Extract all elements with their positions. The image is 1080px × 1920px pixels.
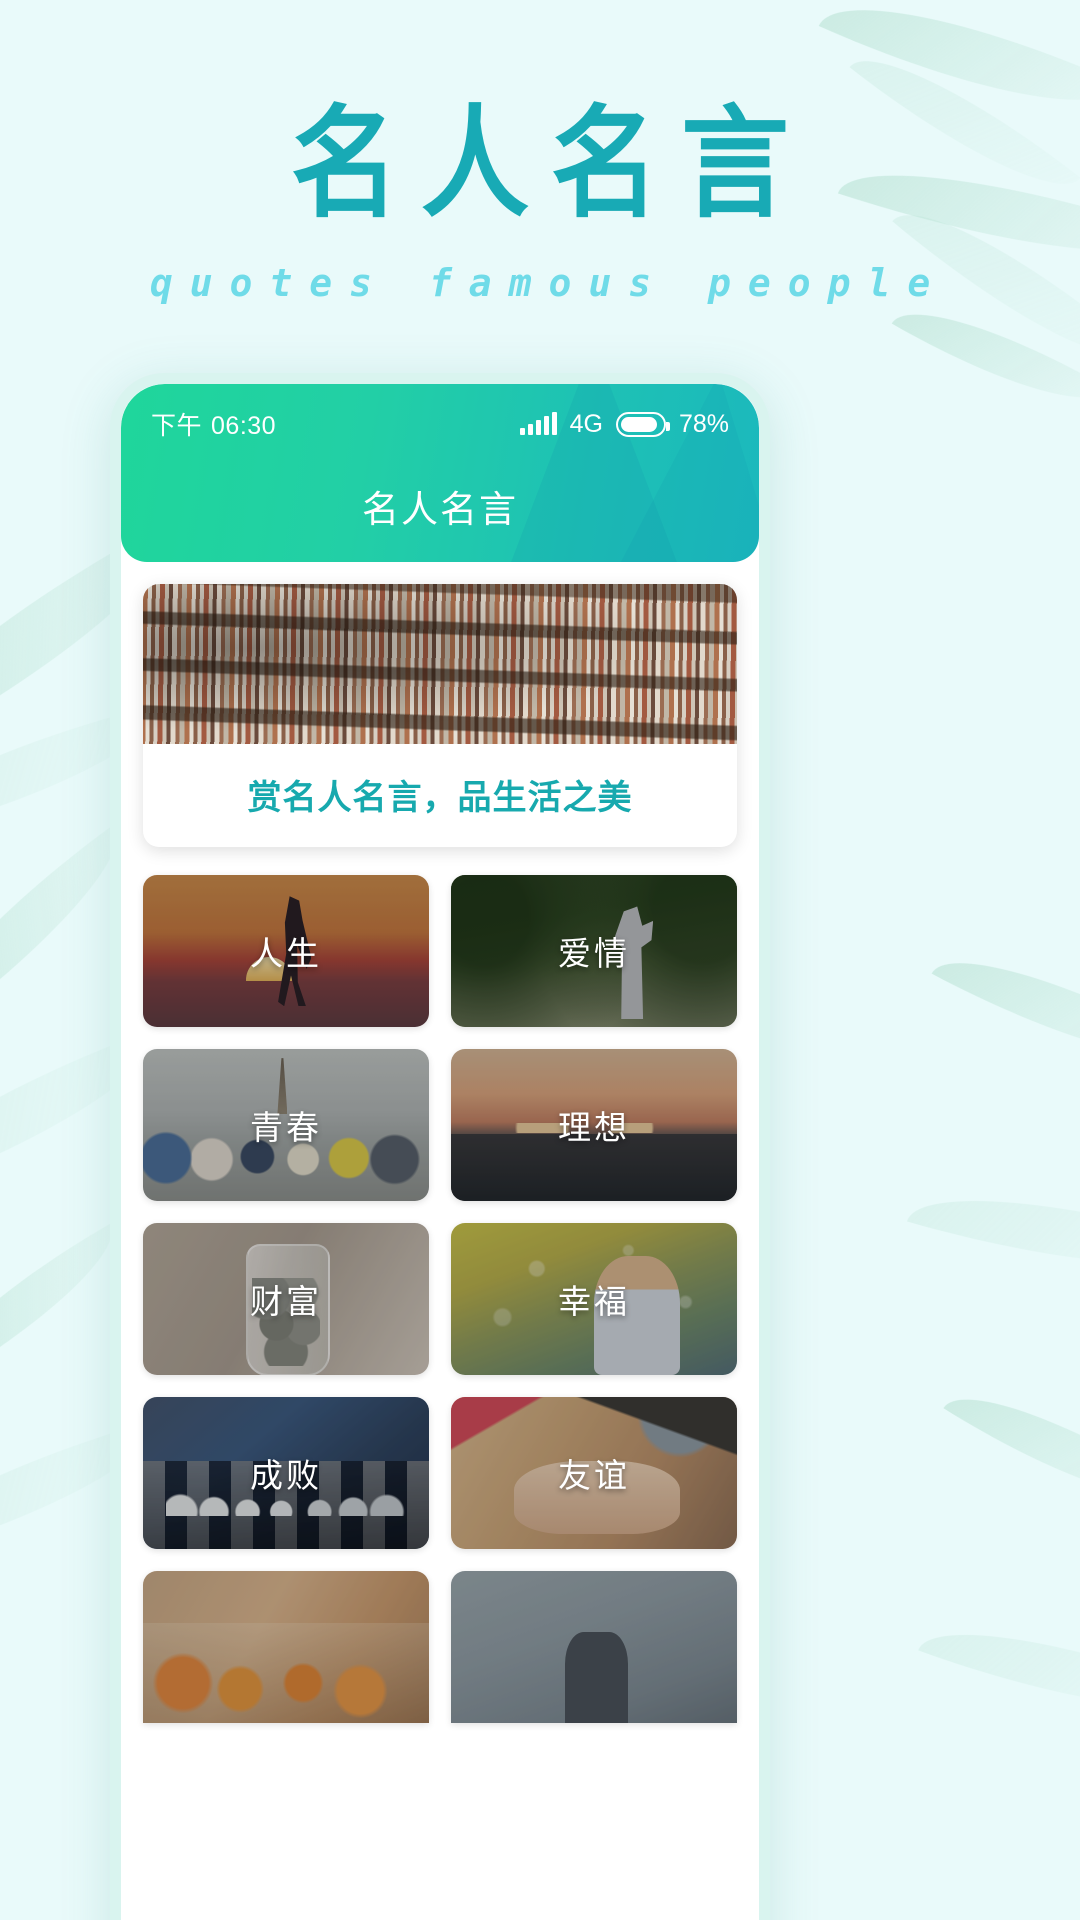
leaf-decoration-icon [931, 922, 1080, 1096]
phone-screen: 下午 06:30 4G 78% 名人名言 赏名人名言，品生活之美 人生 爱情 青… [121, 384, 759, 1920]
leaf-decoration-icon [906, 1159, 1080, 1305]
hero-section: 名人名言 quotes famous people [0, 0, 1080, 306]
image-overlay [143, 1571, 429, 1723]
status-bar-right: 4G 78% [519, 409, 729, 439]
leaf-decoration-icon [918, 1593, 1080, 1747]
category-label: 幸福 [558, 1283, 630, 1320]
category-tile-chengbai[interactable]: 成败 [143, 1397, 429, 1549]
clock-label: 06:30 [211, 412, 277, 440]
phone-mockup: 下午 06:30 4G 78% 名人名言 赏名人名言，品生活之美 人生 爱情 青… [110, 373, 770, 1920]
category-label: 财富 [250, 1283, 322, 1320]
status-bar: 下午 06:30 4G 78% [121, 398, 759, 450]
banner-caption: 赏名人名言，品生活之美 [247, 779, 633, 817]
category-tile-youyi[interactable]: 友谊 [451, 1397, 737, 1549]
category-label: 青春 [250, 1109, 322, 1146]
category-label: 人生 [250, 935, 322, 972]
banner-image [143, 584, 737, 744]
category-label: 爱情 [558, 935, 630, 972]
category-tile-lixiang[interactable]: 理想 [451, 1049, 737, 1201]
network-type-label: 4G [569, 409, 603, 438]
category-tile-partial-a[interactable] [143, 1571, 429, 1723]
app-bar: 名人名言 [121, 450, 759, 562]
leaf-decoration-icon [943, 1360, 1080, 1536]
banner-card[interactable]: 赏名人名言，品生活之美 [143, 584, 737, 847]
category-label: 成败 [250, 1457, 322, 1494]
category-tile-xingfu[interactable]: 幸福 [451, 1223, 737, 1375]
category-grid: 人生 爱情 青春 理想 财富 幸福 成败 友谊 [143, 875, 737, 1723]
hero-title: 名人名言 [290, 94, 811, 235]
battery-icon [615, 411, 670, 437]
category-label: 理想 [558, 1109, 630, 1146]
time-period-label: 下午 [151, 412, 203, 440]
status-bar-left: 下午 06:30 [151, 406, 276, 442]
app-bar-title: 名人名言 [362, 489, 518, 530]
app-content-scroll[interactable]: 赏名人名言，品生活之美 人生 爱情 青春 理想 财富 幸福 成败 友谊 [121, 570, 759, 1920]
category-tile-partial-b[interactable] [451, 1571, 737, 1723]
category-label: 友谊 [558, 1457, 630, 1494]
category-tile-qingchun[interactable]: 青春 [143, 1049, 429, 1201]
image-overlay [451, 1571, 737, 1723]
category-tile-aiqing[interactable]: 爱情 [451, 875, 737, 1027]
category-tile-rensheng[interactable]: 人生 [143, 875, 429, 1027]
app-header: 下午 06:30 4G 78% 名人名言 [121, 384, 759, 562]
battery-percent-label: 78% [678, 409, 729, 438]
hero-subtitle: quotes famous people [149, 261, 948, 306]
signal-bars-icon [519, 412, 557, 435]
category-tile-caifu[interactable]: 财富 [143, 1223, 429, 1375]
